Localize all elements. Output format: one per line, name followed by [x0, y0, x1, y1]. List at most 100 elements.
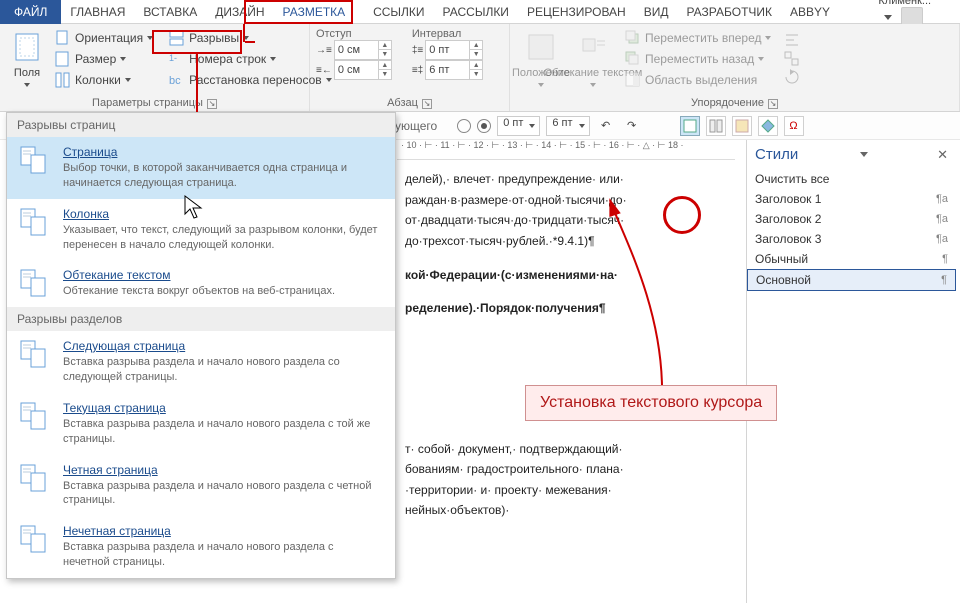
tab-developer[interactable]: РАЗРАБОТЧИК	[677, 0, 781, 24]
dd-item-title: Страница	[63, 145, 383, 159]
hyphenation-icon: bc	[169, 72, 185, 88]
style-item[interactable]: Обычный¶	[747, 249, 956, 269]
mini-chevron[interactable]	[810, 116, 830, 136]
rotate-icon[interactable]	[784, 69, 800, 85]
dd-item-desc: Обтекание текста вокруг объектов на веб-…	[63, 284, 335, 299]
wrap-text-button[interactable]: Обтекание текстом	[568, 29, 618, 89]
styles-pane: Стили ✕ Очистить всеЗаголовок 1¶aЗаголов…	[746, 140, 956, 603]
send-backward-icon	[625, 51, 641, 67]
ruler[interactable]: · 10 · ⊢ · 11 · ⊢ · 12 · ⊢ · 13 · ⊢ · 14…	[397, 140, 735, 160]
send-backward-button[interactable]: Переместить назад	[620, 49, 776, 69]
svg-text:1-: 1-	[169, 53, 177, 63]
launcher-icon[interactable]: ↘	[422, 99, 432, 109]
dropdown-item[interactable]: Четная страницаВставка разрыва раздела и…	[7, 455, 395, 517]
launcher-icon[interactable]: ↘	[768, 99, 778, 109]
dd-item-desc: Вставка разрыва раздела и начало нового …	[63, 355, 383, 385]
size-button[interactable]: Размер	[50, 49, 158, 69]
tab-references[interactable]: ССЫЛКИ	[364, 0, 433, 24]
dropdown-item[interactable]: Страница Выбор точки, в которой заканчива…	[7, 137, 395, 199]
style-item[interactable]: Заголовок 1¶a	[747, 189, 956, 209]
margins-icon	[11, 31, 43, 63]
group-icon[interactable]	[784, 51, 800, 67]
tab-insert[interactable]: ВСТАВКА	[134, 0, 206, 24]
dd-item-desc: Выбор точки, в которой заканчивается одн…	[63, 161, 383, 191]
svg-text:bc: bc	[169, 75, 181, 87]
chevron-down-icon	[884, 15, 892, 20]
mini-redo[interactable]: ↷	[622, 116, 642, 136]
tab-page-layout[interactable]: РАЗМЕТКА СТРА	[274, 0, 365, 24]
spacing-after-input[interactable]: 6 пт▲▼	[425, 60, 483, 80]
tab-mailings[interactable]: РАССЫЛКИ	[434, 0, 518, 24]
style-marker: ¶a	[936, 193, 948, 205]
columns-icon	[55, 72, 71, 88]
dd-item-title: Обтекание текстом	[63, 268, 335, 282]
view-btn-4[interactable]	[758, 116, 778, 136]
tab-strip: ФАЙЛ ГЛАВНАЯ ВСТАВКА ДИЗАЙН РАЗМЕТКА СТР…	[0, 0, 960, 24]
style-item[interactable]: Очистить все	[747, 169, 956, 189]
dropdown-item[interactable]: Следующая страницаВставка разрыва раздел…	[7, 331, 395, 393]
position-button[interactable]: Положение	[516, 29, 566, 89]
dd-item-title: Колонка	[63, 207, 383, 221]
orientation-button[interactable]: Ориентация	[50, 28, 158, 48]
view-btn-2[interactable]	[706, 116, 726, 136]
page-break-icon	[19, 401, 53, 431]
style-marker: ¶	[941, 274, 947, 286]
dropdown-item[interactable]: Обтекание текстом Обтекание текста вокруг…	[7, 260, 395, 307]
dd-section-section-breaks: Разрывы разделов	[7, 307, 395, 331]
bring-forward-button[interactable]: Переместить вперед	[620, 28, 776, 48]
style-marker: ¶a	[936, 213, 948, 225]
columns-button[interactable]: Колонки	[50, 70, 158, 90]
page-break-icon	[19, 339, 53, 369]
annotation-callout: Установка текстового курсора	[525, 385, 777, 421]
selection-pane-button[interactable]: Область выделения	[620, 70, 776, 90]
dropdown-item[interactable]: Текущая страница Вставка разрыва раздела …	[7, 393, 395, 455]
breaks-icon	[169, 30, 185, 46]
page-break-icon	[19, 524, 53, 554]
page-break-icon	[19, 207, 53, 237]
dd-item-desc: Вставка разрыва раздела и начало нового …	[63, 417, 383, 447]
dropdown-item[interactable]: Нечетная страницаВставка разрыва раздела…	[7, 516, 395, 578]
style-item[interactable]: Заголовок 2¶a	[747, 209, 956, 229]
tab-design[interactable]: ДИЗАЙН	[206, 0, 273, 24]
style-marker: ¶	[942, 253, 948, 265]
mini-spacing-before[interactable]: 0 пт	[497, 116, 540, 136]
tab-view[interactable]: ВИД	[635, 0, 678, 24]
document-area: · 10 · ⊢ · 11 · ⊢ · 12 · ⊢ · 13 · ⊢ · 14…	[397, 140, 735, 603]
spacing-before-input[interactable]: 0 пт▲▼	[425, 40, 483, 60]
indent-left-input[interactable]: 0 см▲▼	[334, 40, 392, 60]
dd-item-title: Нечетная страница	[63, 524, 383, 538]
size-icon	[55, 51, 71, 67]
tab-review[interactable]: РЕЦЕНЗИРОВАН	[518, 0, 635, 24]
close-icon[interactable]: ✕	[937, 147, 948, 163]
tab-abbyy[interactable]: ABBYY FineReader	[781, 0, 878, 24]
radio-option[interactable]	[457, 119, 471, 133]
mini-undo[interactable]: ↶	[596, 116, 616, 136]
group-paragraph: Абзац↘	[316, 97, 503, 109]
indent-right-input[interactable]: 0 см▲▼	[334, 60, 392, 80]
document-text[interactable]: делей),· влечет· предупреждение· или· ра…	[397, 160, 735, 530]
view-btn-5[interactable]: Ω	[784, 116, 804, 136]
line-numbers-icon: 1-	[169, 51, 185, 67]
tab-file[interactable]: ФАЙЛ	[0, 0, 61, 24]
tab-home[interactable]: ГЛАВНАЯ	[61, 0, 134, 24]
margins-button[interactable]: Поля	[6, 29, 48, 89]
align-icon[interactable]	[784, 33, 800, 49]
launcher-icon[interactable]: ↘	[207, 99, 217, 109]
breaks-dropdown: Разрывы страниц СтраницаВыбор точки, в к…	[6, 112, 396, 579]
style-marker: ¶a	[936, 233, 948, 245]
account-name: Клименк...	[878, 0, 931, 7]
chevron-down-icon[interactable]	[860, 152, 868, 157]
view-btn-3[interactable]	[732, 116, 752, 136]
style-item[interactable]: Основной¶	[747, 269, 956, 291]
orientation-icon	[55, 30, 71, 46]
page-break-icon	[19, 145, 53, 175]
styles-pane-header: Стили ✕	[747, 140, 956, 169]
dd-item-desc: Вставка разрыва раздела и начало нового …	[63, 479, 383, 509]
mini-spacing-after[interactable]: 6 пт	[546, 116, 589, 136]
dd-item-title: Текущая страница	[63, 401, 383, 415]
spacing-label: Интервал	[412, 28, 483, 40]
view-btn-1[interactable]	[680, 116, 700, 136]
radio-option-selected[interactable]	[477, 119, 491, 133]
dropdown-item[interactable]: КолонкаУказывает, что текст, следующий з…	[7, 199, 395, 261]
style-item[interactable]: Заголовок 3¶a	[747, 229, 956, 249]
